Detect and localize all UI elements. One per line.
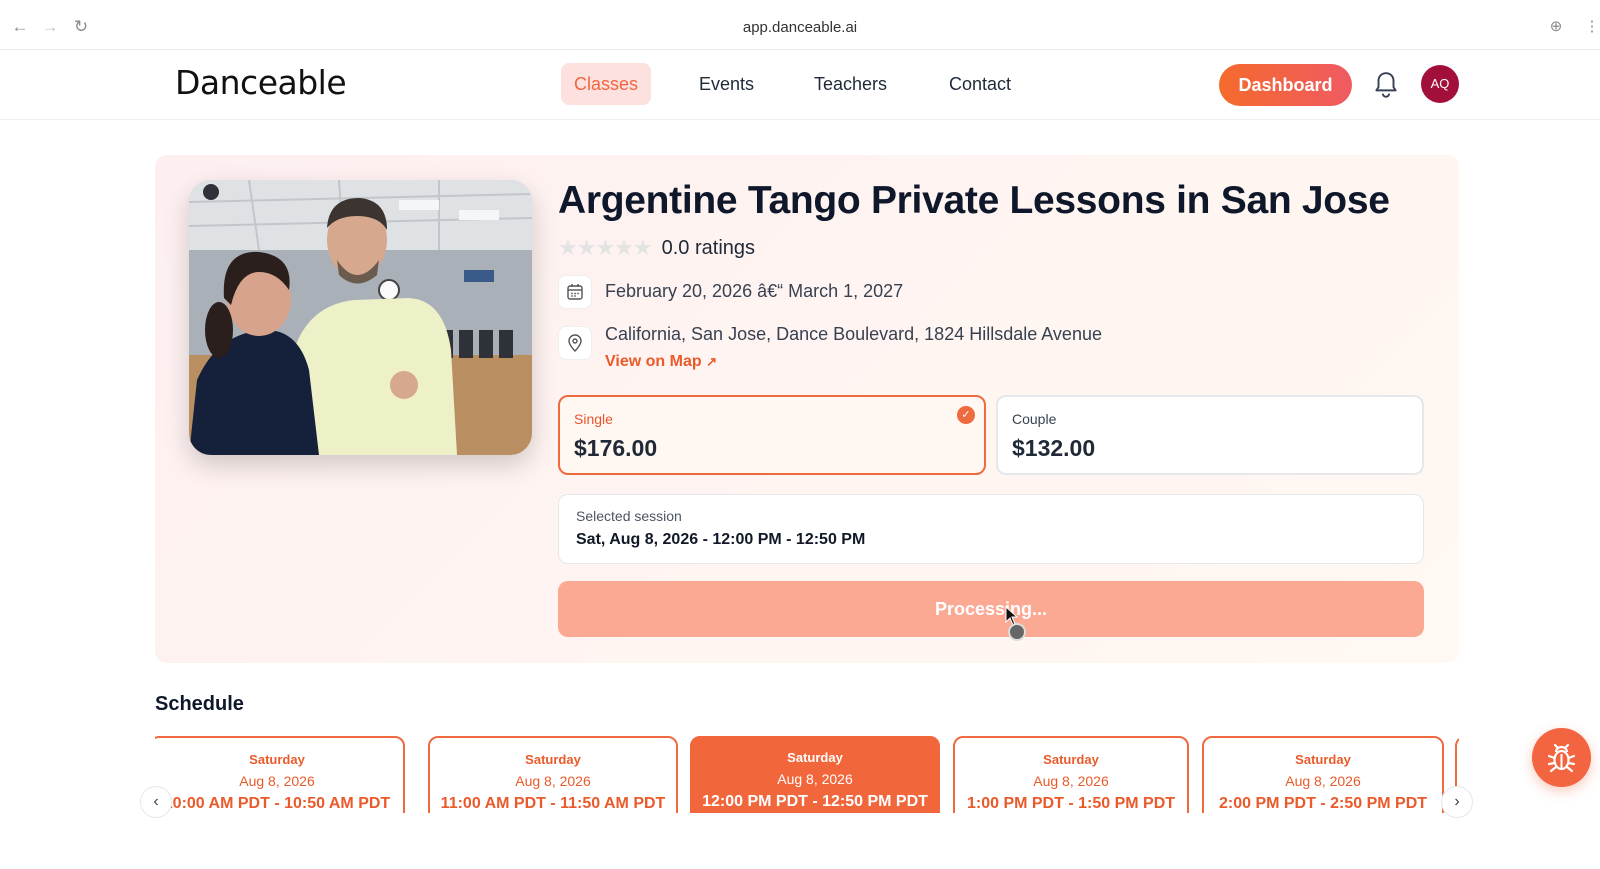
rating: ★★★★★ 0.0 ratings <box>558 235 755 261</box>
map-pin-icon <box>558 326 592 360</box>
bell-icon[interactable] <box>1373 70 1399 100</box>
nav-contact[interactable]: Contact <box>936 63 1024 105</box>
install-app-icon[interactable]: ⊕ <box>1546 17 1566 37</box>
slot-time: 10:00 AM PDT - 10:50 AM PDT <box>163 795 391 812</box>
price-label: Couple <box>1012 411 1057 427</box>
calendar-icon <box>558 275 592 309</box>
carousel-prev-icon[interactable]: ‹ <box>140 786 172 818</box>
slot-day: Saturday <box>1295 752 1351 767</box>
listing-address: California, San Jose, Dance Boulevard, 1… <box>605 324 1102 344</box>
slot-day: Saturday <box>1043 752 1099 767</box>
processing-button[interactable]: Processing... <box>558 581 1424 637</box>
listing-dates: February 20, 2026 â€“ March 1, 2027 <box>605 281 904 301</box>
logo[interactable]: Danceable <box>175 63 347 102</box>
listing-title: Argentine Tango Private Lessons in San J… <box>558 179 1390 222</box>
carousel-next-icon[interactable]: › <box>1441 786 1473 818</box>
slot-day: Saturday <box>787 750 843 765</box>
price-value: $176.00 <box>574 435 658 461</box>
listing-card: Argentine Tango Private Lessons in San J… <box>155 155 1459 663</box>
slot-day: Saturday <box>525 752 581 767</box>
slot-date: Aug 8, 2026 <box>515 773 591 789</box>
schedule-carousel: Saturday Aug 8, 2026 10:00 AM PDT - 10:5… <box>155 735 1459 813</box>
session-label: Selected session <box>576 508 682 524</box>
dashboard-button[interactable]: Dashboard <box>1219 64 1352 106</box>
slot-time: 2:00 PM PDT - 2:50 PM PDT <box>1218 795 1428 812</box>
external-link-icon: ↗ <box>706 354 717 369</box>
location-row: California, San Jose, Dance Boulevard, 1… <box>558 318 1102 374</box>
nav-events[interactable]: Events <box>686 63 767 105</box>
price-option-couple[interactable]: Couple $132.00 <box>996 395 1424 475</box>
view-on-map-link[interactable]: View on Map ↗ <box>605 350 1102 374</box>
selected-session: Selected session Sat, Aug 8, 2026 - 12:0… <box>558 494 1424 564</box>
slot-time: 11:00 AM PDT - 11:50 AM PDT <box>440 795 666 812</box>
date-row: February 20, 2026 â€“ March 1, 2027 <box>558 275 903 309</box>
schedule-title: Schedule <box>155 693 244 715</box>
schedule-slot[interactable]: Saturday Aug 8, 2026 2:00 PM PDT - 2:50 … <box>1202 736 1444 813</box>
slot-day: Saturday <box>249 752 305 767</box>
session-value: Sat, Aug 8, 2026 - 12:00 PM - 12:50 PM <box>576 531 866 548</box>
slot-date: Aug 8, 2026 <box>1033 773 1109 789</box>
listing-photo <box>189 180 532 455</box>
not-allowed-icon <box>1008 623 1026 641</box>
nav-classes[interactable]: Classes <box>561 63 652 105</box>
schedule-slot[interactable]: Saturday Aug 8, 2026 10:00 AM PDT - 10:5… <box>155 736 405 813</box>
more-menu-icon[interactable]: ⋮ <box>1582 17 1600 37</box>
bug-icon <box>1547 743 1576 773</box>
slot-date: Aug 8, 2026 <box>1285 773 1361 789</box>
address-bar[interactable]: app.danceable.ai <box>0 19 1600 36</box>
rating-stars-icon: ★★★★★ <box>558 235 653 260</box>
check-icon: ✓ <box>957 406 975 424</box>
slot-time: 12:00 PM PDT - 12:50 PM PDT <box>702 793 928 810</box>
price-label: Single <box>574 411 613 427</box>
avatar[interactable]: AQ <box>1421 65 1459 103</box>
site-header: Danceable Classes Events Teachers Contac… <box>0 50 1600 120</box>
browser-toolbar: ← → ↻ app.danceable.ai ⊕ ⋮ <box>0 0 1600 50</box>
schedule-slot[interactable]: Saturday Aug 8, 2026 11:00 AM PDT - 11:5… <box>428 736 678 813</box>
rating-text: 0.0 ratings <box>661 236 756 259</box>
nav-teachers[interactable]: Teachers <box>801 63 900 105</box>
price-value: $132.00 <box>1012 435 1096 461</box>
price-option-single[interactable]: Single $176.00 ✓ <box>558 395 986 475</box>
slot-time: 1:00 PM PDT - 1:50 PM PDT <box>966 795 1176 812</box>
schedule-slot[interactable]: Saturday Aug 8, 2026 1:00 PM PDT - 1:50 … <box>953 736 1189 813</box>
bug-report-button[interactable] <box>1532 728 1591 787</box>
schedule-slot-selected[interactable]: Saturday Aug 8, 2026 12:00 PM PDT - 12:5… <box>690 736 940 813</box>
view-on-map-label: View on Map <box>605 353 702 370</box>
slot-date: Aug 8, 2026 <box>239 773 315 789</box>
slot-date: Aug 8, 2026 <box>777 771 853 787</box>
